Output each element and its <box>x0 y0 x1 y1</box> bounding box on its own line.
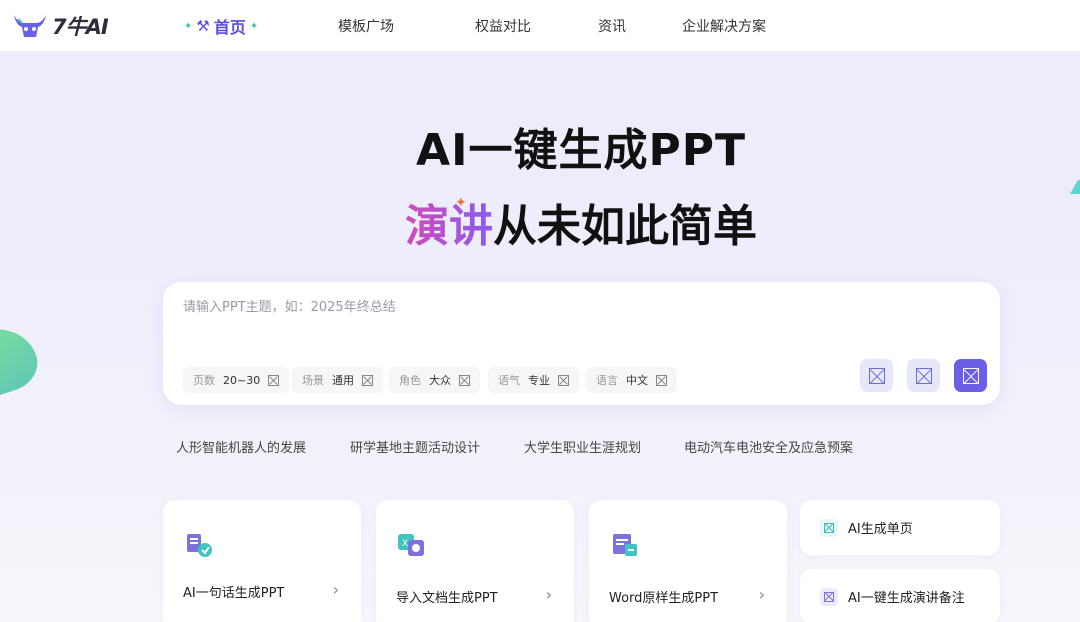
logo[interactable]: 7牛AI <box>12 10 109 42</box>
feature-card-one-sentence[interactable]: AI一句话生成PPT › <box>163 500 361 622</box>
feature-label: AI生成单页 <box>848 522 913 537</box>
dropdown-icon <box>558 374 569 386</box>
nav-news[interactable]: 资讯 <box>598 16 626 36</box>
chevron-right-icon: › <box>332 580 339 599</box>
sparkle-icon: ✦ <box>455 195 467 211</box>
feature-single-page[interactable]: AI生成单页 <box>800 500 1000 555</box>
hero-subtitle-highlight: 演讲 ✦ <box>405 195 493 252</box>
import-doc-icon: X <box>398 534 424 556</box>
feature-label: Word原样生成PPT <box>609 591 719 606</box>
chevron-right-icon: › <box>758 585 765 604</box>
magic-wand-icon: ⚒ <box>196 17 210 35</box>
svg-text:X: X <box>402 539 408 549</box>
word-doc-icon <box>613 534 637 556</box>
single-page-icon <box>820 518 838 537</box>
suggestion-item[interactable]: 电动汽车电池安全及应急预案 <box>684 437 853 456</box>
topic-input[interactable] <box>183 296 783 318</box>
suggestion-item[interactable]: 人形智能机器人的发展 <box>176 437 306 456</box>
feature-label: AI一句话生成PPT <box>183 586 285 601</box>
send-button[interactable] <box>954 359 987 392</box>
bull-logo-icon <box>14 15 46 37</box>
dropdown-icon <box>656 374 667 386</box>
dropdown-icon <box>459 374 470 386</box>
feature-label: 导入文档生成PPT <box>396 591 498 606</box>
nav-home-label: 首页 <box>213 18 246 37</box>
decorative-blob <box>0 317 45 405</box>
feature-card-word[interactable]: Word原样生成PPT › <box>589 500 787 622</box>
hero-subtitle: 演讲 ✦ 从未如此简单 <box>0 190 1080 254</box>
sparkle-icon: ✦ <box>249 20 259 32</box>
suggestion-item[interactable]: 大学生职业生涯规划 <box>524 437 641 456</box>
upload-button[interactable] <box>860 359 893 392</box>
nav-compare[interactable]: 权益对比 <box>475 16 531 36</box>
hero-subtitle-rest: 从未如此简单 <box>493 201 757 252</box>
hero-title: AI一键生成PPT <box>416 125 746 176</box>
nav-enterprise[interactable]: 企业解决方案 <box>682 16 766 36</box>
attach-button[interactable] <box>907 359 940 392</box>
feature-card-import-doc[interactable]: X 导入文档生成PPT › <box>376 500 574 622</box>
option-language[interactable]: 语言 中文 <box>586 367 677 393</box>
suggestion-item[interactable]: 研学基地主题活动设计 <box>350 437 480 456</box>
dropdown-icon <box>362 374 373 386</box>
sparkle-icon: ✦ <box>184 20 193 32</box>
feature-label: AI一键生成演讲备注 <box>848 591 965 606</box>
option-scene[interactable]: 场景 通用 <box>292 367 383 393</box>
chevron-right-icon: › <box>545 585 552 604</box>
chat-doc-icon <box>187 534 212 557</box>
attach-icon <box>915 367 932 384</box>
option-role[interactable]: 角色 大众 <box>389 367 480 393</box>
send-icon <box>962 367 979 384</box>
top-navbar: 7牛AI ✦ ⚒ 首页 ✦ 模板广场 权益对比 资讯 企业解决方案 <box>0 0 1080 52</box>
upload-icon <box>868 367 885 384</box>
nav-home[interactable]: ✦ ⚒ 首页 ✦ <box>184 12 258 40</box>
prompt-card: 页数 20~30 场景 通用 角色 大众 语气 专业 语言 中文 <box>163 282 1000 405</box>
option-tone[interactable]: 语气 专业 <box>488 367 579 393</box>
nav-templates[interactable]: 模板广场 <box>338 16 394 36</box>
feature-speaker-notes[interactable]: AI一键生成演讲备注 <box>800 569 1000 622</box>
option-pages[interactable]: 页数 20~30 <box>183 367 290 393</box>
speaker-notes-icon <box>820 587 838 606</box>
logo-text: 7牛AI <box>52 15 109 39</box>
dropdown-icon <box>268 374 280 386</box>
